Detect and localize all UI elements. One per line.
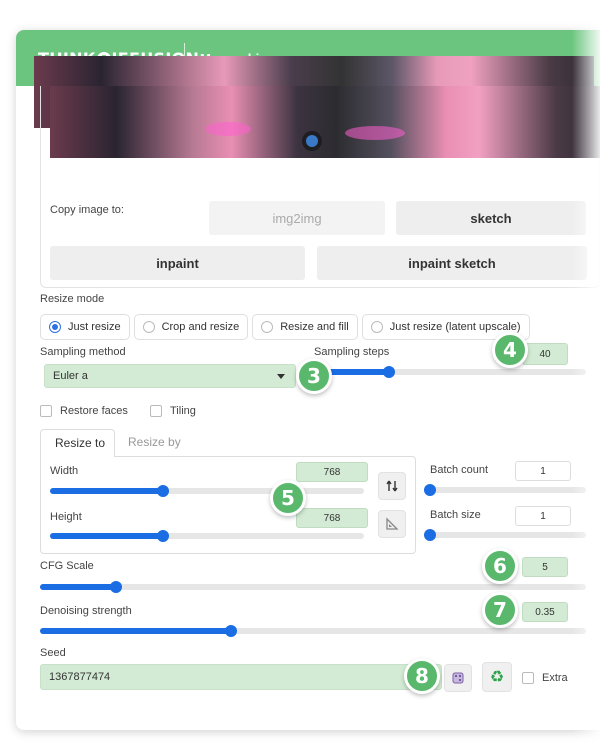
copy-image-label: Copy image to:	[50, 204, 124, 216]
width-label: Width	[50, 465, 79, 477]
radio-label: Just resize	[68, 321, 121, 333]
slider-fill	[40, 628, 232, 634]
seed-input[interactable]: 1367877474	[40, 664, 442, 690]
tiling-option[interactable]: Tiling	[150, 405, 196, 417]
extra-checkbox[interactable]	[522, 672, 534, 684]
slider-thumb[interactable]	[157, 530, 170, 542]
cfg-scale-label: CFG Scale	[40, 560, 94, 572]
tiling-label: Tiling	[170, 405, 196, 417]
aspect-ratio-button[interactable]	[378, 510, 406, 538]
slider-fill	[50, 533, 164, 539]
slider-thumb[interactable]	[382, 366, 395, 378]
cfg-scale-input[interactable]: 5	[522, 557, 568, 577]
radio-label: Resize and fill	[280, 321, 349, 333]
height-slider[interactable]	[50, 530, 364, 542]
radio-selected-icon	[49, 321, 61, 333]
extra-option[interactable]: Extra	[522, 672, 568, 684]
batch-size-slider[interactable]	[424, 529, 586, 541]
resize-mode-radio-group: Just resize Crop and resize Resize and f…	[40, 314, 530, 340]
sampling-method-value: Euler a	[53, 370, 88, 382]
restore-faces-label: Restore faces	[60, 405, 128, 417]
slider-thumb[interactable]	[424, 484, 436, 496]
tab-resize-to-label: Resize to	[55, 436, 106, 450]
img2img-button[interactable]: img2img	[209, 201, 385, 235]
aspect-ratio-icon	[386, 517, 399, 530]
width-input[interactable]: 768	[296, 462, 368, 482]
height-label: Height	[50, 511, 82, 523]
image-glow-right	[345, 126, 405, 140]
step-badge-6: 6	[482, 548, 518, 584]
seed-label: Seed	[40, 647, 66, 659]
image-lens	[302, 131, 322, 151]
slider-fill	[50, 488, 164, 494]
sampling-steps-label: Sampling steps	[314, 346, 390, 358]
radio-icon	[142, 321, 155, 333]
denoising-strength-input[interactable]: 0.35	[522, 602, 568, 622]
radio-resize-and-fill[interactable]: Resize and fill	[252, 314, 358, 340]
batch-count-slider[interactable]	[424, 484, 586, 496]
sampling-method-label: Sampling method	[40, 346, 126, 358]
step-badge-4: 4	[492, 332, 528, 368]
step-badge-7: 7	[482, 592, 518, 628]
width-slider[interactable]	[50, 485, 364, 497]
radio-label: Just resize (latent upscale)	[389, 321, 521, 333]
dice-icon	[452, 672, 464, 684]
seed-value: 1367877474	[49, 671, 111, 683]
slider-fill	[40, 584, 117, 590]
restore-faces-checkbox[interactable]	[40, 405, 52, 417]
step-badge-8: 8	[404, 658, 440, 694]
output-image	[50, 86, 600, 158]
sketch-button[interactable]: sketch	[396, 201, 586, 235]
recycle-icon: ♻	[489, 669, 505, 686]
resize-mode-label: Resize mode	[40, 293, 105, 305]
step-badge-5: 5	[270, 480, 306, 516]
step-badge-3: 3	[296, 358, 332, 394]
reuse-seed-button[interactable]: ♻	[482, 662, 512, 692]
cfg-scale-slider[interactable]	[40, 581, 586, 593]
image-glow-left	[205, 122, 251, 136]
sampling-steps-slider[interactable]	[316, 366, 586, 378]
sampling-method-select[interactable]: Euler a	[44, 364, 296, 388]
radio-crop-and-resize[interactable]: Crop and resize	[133, 314, 249, 340]
chevron-down-icon	[277, 374, 285, 379]
extra-label: Extra	[542, 672, 568, 684]
slider-thumb[interactable]	[424, 529, 436, 541]
tab-resize-to[interactable]: Resize to	[40, 429, 115, 457]
batch-count-label: Batch count	[430, 464, 489, 476]
restore-faces-option[interactable]: Restore faces	[40, 405, 128, 417]
radio-icon	[370, 321, 383, 333]
tab-resize-by[interactable]: Resize by	[128, 435, 181, 449]
radio-icon	[261, 321, 274, 333]
denoising-strength-label: Denoising strength	[40, 605, 132, 617]
swap-dimensions-icon	[386, 480, 398, 492]
slider-thumb[interactable]	[225, 625, 238, 637]
slider-thumb[interactable]	[157, 485, 170, 497]
tiling-checkbox[interactable]	[150, 405, 162, 417]
inpaint-button[interactable]: inpaint	[50, 246, 305, 280]
batch-count-input[interactable]: 1	[515, 461, 571, 481]
sampling-steps-input[interactable]: 40	[522, 343, 568, 365]
swap-dimensions-button[interactable]	[378, 472, 406, 500]
radio-label: Crop and resize	[161, 321, 240, 333]
right-edge-fade	[572, 0, 600, 750]
batch-size-input[interactable]: 1	[515, 506, 571, 526]
batch-size-label: Batch size	[430, 509, 481, 521]
height-input[interactable]: 768	[296, 508, 368, 528]
radio-just-resize[interactable]: Just resize	[40, 314, 130, 340]
denoising-strength-slider[interactable]	[40, 625, 586, 637]
inpaint-sketch-button[interactable]: inpaint sketch	[317, 246, 587, 280]
random-seed-button[interactable]	[444, 664, 472, 692]
